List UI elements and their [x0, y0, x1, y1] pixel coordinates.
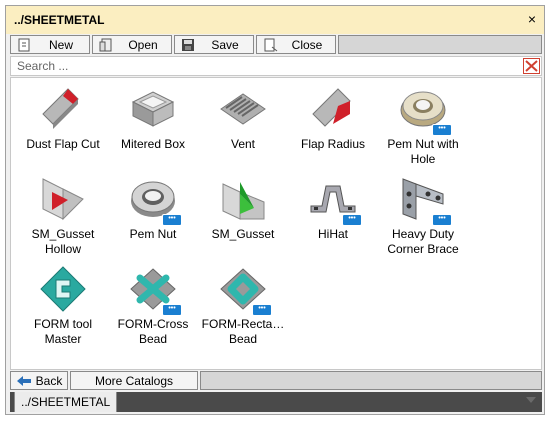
- catalog-item-form-tool-master[interactable]: FORM tool Master: [17, 264, 109, 347]
- catalog-window: ../SHEETMETAL × New Open Save Close Sear…: [5, 5, 545, 415]
- item-label: FORM tool Master: [33, 317, 92, 346]
- clear-search-button[interactable]: [523, 58, 540, 74]
- save-button[interactable]: Save: [174, 35, 254, 54]
- more-options-badge: •••: [252, 304, 272, 316]
- more-options-badge: •••: [162, 214, 182, 226]
- dust-flap-cut-icon: [42, 88, 79, 129]
- close-button[interactable]: Close: [256, 35, 336, 54]
- close-window-icon[interactable]: ×: [528, 11, 536, 27]
- vent-icon: [220, 93, 266, 125]
- new-label: New: [48, 37, 73, 52]
- new-document-icon: [18, 38, 30, 51]
- bottom-bar: Back More Catalogs: [10, 371, 542, 390]
- catalog-item-gusset[interactable]: SM_Gusset: [197, 174, 289, 242]
- open-document-icon: [99, 38, 112, 51]
- item-label: Pem Nut: [129, 227, 177, 241]
- window-title: ../SHEETMETAL: [14, 13, 105, 27]
- item-label: SM_Gusset: [211, 227, 275, 241]
- catalog-item-pem-nut[interactable]: ••• Pem Nut: [107, 174, 199, 242]
- close-label: Close: [291, 37, 323, 52]
- item-label: Flap Radius: [300, 137, 366, 151]
- flap-radius-icon: [312, 88, 351, 127]
- item-label: Vent: [230, 137, 256, 151]
- toolbar-filler: [338, 35, 542, 54]
- catalog-item-vent[interactable]: Vent: [197, 84, 289, 152]
- tab-dropdown-icon[interactable]: [526, 397, 536, 403]
- back-label: Back: [35, 373, 63, 388]
- catalog-item-dust-flap-cut[interactable]: Dust Flap Cut: [17, 84, 109, 152]
- save-label: Save: [211, 37, 239, 52]
- catalog-item-corner-brace[interactable]: ••• Heavy Duty Corner Brace: [377, 174, 469, 257]
- search-bar: [10, 56, 542, 76]
- bottom-filler: [200, 371, 542, 390]
- gusset-icon: [222, 182, 265, 220]
- clear-x-icon: [525, 60, 538, 72]
- more-options-badge: •••: [342, 214, 362, 226]
- item-label: Heavy Duty Corner Brace: [387, 227, 459, 256]
- title-bar: ../SHEETMETAL ×: [6, 6, 544, 34]
- back-button[interactable]: Back: [10, 371, 68, 390]
- back-arrow-icon: [16, 375, 31, 386]
- catalog-item-pem-nut-with-hole[interactable]: ••• Pem Nut with Hole: [377, 84, 469, 167]
- catalog-grid: Dust Flap Cut Mitered Box Vent Flap Radi…: [10, 77, 542, 370]
- search-input[interactable]: [13, 58, 521, 74]
- save-disk-icon: [182, 38, 194, 51]
- open-label: Open: [128, 37, 158, 52]
- more-options-badge: •••: [432, 214, 452, 226]
- tab-sheetmetal[interactable]: ../SHEETMETAL: [14, 392, 118, 412]
- new-button[interactable]: New: [10, 35, 90, 54]
- more-options-badge: •••: [162, 304, 182, 316]
- catalog-item-hihat[interactable]: ••• HiHat: [287, 174, 379, 242]
- open-button[interactable]: Open: [92, 35, 172, 54]
- more-catalogs-button[interactable]: More Catalogs: [70, 371, 198, 390]
- catalog-item-mitered-box[interactable]: Mitered Box: [107, 84, 199, 152]
- item-label: Pem Nut with Hole: [387, 137, 459, 166]
- mitered-box-icon: [131, 91, 175, 127]
- item-label: Dust Flap Cut: [26, 137, 100, 151]
- catalog-item-form-rectangle-bead[interactable]: ••• FORM-Recta… Bead: [197, 264, 289, 347]
- item-label: FORM-Cross Bead: [117, 317, 189, 346]
- form-tool-master-icon: [40, 266, 86, 312]
- tab-bar: ../SHEETMETAL: [10, 392, 542, 412]
- item-label: FORM-Recta… Bead: [201, 317, 285, 346]
- catalog-item-gusset-hollow[interactable]: SM_Gusset Hollow: [17, 174, 109, 257]
- item-label: HiHat: [317, 227, 348, 241]
- item-label: SM_Gusset Hollow: [31, 227, 95, 256]
- catalog-item-form-cross-bead[interactable]: ••• FORM-Cross Bead: [107, 264, 199, 347]
- more-catalogs-label: More Catalogs: [94, 373, 174, 388]
- more-options-badge: •••: [432, 124, 452, 136]
- close-document-icon: [264, 38, 278, 51]
- item-label: Mitered Box: [120, 137, 186, 151]
- toolbar: New Open Save Close: [10, 35, 542, 55]
- gusset-hollow-icon: [42, 178, 84, 221]
- catalog-item-flap-radius[interactable]: Flap Radius: [287, 84, 379, 152]
